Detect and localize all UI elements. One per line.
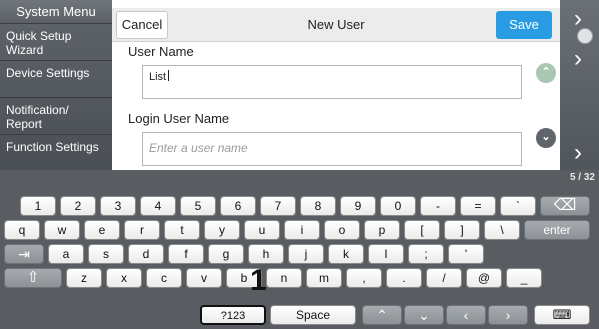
key[interactable]: 0 (380, 196, 416, 216)
key[interactable]: , (346, 268, 382, 288)
shift-icon: ⇧ (26, 269, 40, 286)
key[interactable]: y (204, 220, 240, 240)
arrow-right-key[interactable]: › (488, 305, 528, 325)
key[interactable]: o (324, 220, 360, 240)
key[interactable]: - (420, 196, 456, 216)
key[interactable]: \ (484, 220, 520, 240)
chevron-up-icon: ⌃ (376, 307, 388, 323)
login-user-name-input[interactable]: Enter a user name (142, 132, 522, 166)
key[interactable]: / (426, 268, 462, 288)
key[interactable]: v (186, 268, 222, 288)
dialog-title: New User (307, 17, 365, 32)
key[interactable]: ` (500, 196, 536, 216)
key[interactable]: k (328, 244, 364, 264)
chevron-left-icon: ‹ (463, 307, 469, 323)
key[interactable]: j (288, 244, 324, 264)
arrow-down-key[interactable]: ⌄ (404, 305, 444, 325)
backspace-icon: ⌫ (553, 197, 577, 214)
key[interactable]: = (460, 196, 496, 216)
key[interactable]: i (284, 220, 320, 240)
sidebar-item-quick-setup-wizard[interactable]: Quick Setup Wizard (0, 25, 112, 61)
chevron-right-icon[interactable]: › (563, 44, 593, 76)
arrow-left-key[interactable]: ‹ (446, 305, 486, 325)
login-user-name-placeholder: Enter a user name (149, 141, 248, 155)
chevron-right-icon: › (505, 307, 511, 323)
cancel-button[interactable]: Cancel (116, 11, 168, 39)
right-scroll-strip: › › › (560, 0, 599, 170)
key[interactable]: . (386, 268, 422, 288)
key[interactable]: _ (506, 268, 542, 288)
key[interactable]: 7 (260, 196, 296, 216)
key[interactable]: 5 (180, 196, 216, 216)
key[interactable]: h (248, 244, 284, 264)
login-user-name-label: Login User Name (128, 111, 230, 126)
chevron-right-icon[interactable]: › (563, 138, 593, 170)
text-caret (168, 70, 170, 81)
key[interactable]: l (368, 244, 404, 264)
key[interactable]: 2 (60, 196, 96, 216)
key[interactable]: [ (404, 220, 440, 240)
key[interactable]: 9 (340, 196, 376, 216)
symbols-key[interactable]: ?123 (200, 305, 266, 325)
step-callout-number: 1 (250, 264, 267, 297)
keyboard-icon: ⌨ (552, 307, 572, 322)
key[interactable]: 6 (220, 196, 256, 216)
key[interactable]: a (48, 244, 84, 264)
key[interactable]: 4 (140, 196, 176, 216)
key[interactable]: c (146, 268, 182, 288)
key[interactable]: d (128, 244, 164, 264)
scroll-up-icon[interactable] (577, 28, 593, 44)
save-button[interactable]: Save (496, 11, 552, 39)
key[interactable]: x (106, 268, 142, 288)
key[interactable]: n (266, 268, 302, 288)
dialog-header: Cancel New User Save (112, 8, 560, 42)
sidebar-item-notification-report[interactable]: Notification/ Report (0, 99, 112, 135)
tab-icon: ⇥ (18, 246, 30, 262)
sidebar-item-device-settings[interactable]: Device Settings (0, 62, 112, 98)
chevron-down-icon: ⌄ (418, 307, 430, 323)
key[interactable]: s (88, 244, 124, 264)
key[interactable]: r (124, 220, 160, 240)
key[interactable]: 3 (100, 196, 136, 216)
scroll-up-icon[interactable]: ⌃ (536, 63, 556, 83)
user-name-input[interactable]: List (142, 65, 522, 99)
space-key[interactable]: Space (270, 305, 356, 325)
key[interactable]: ] (444, 220, 480, 240)
scroll-down-icon[interactable]: ⌄ (536, 128, 556, 148)
enter-key[interactable]: enter (524, 220, 590, 240)
key[interactable]: ' (448, 244, 484, 264)
tab-key[interactable]: ⇥ (4, 244, 44, 264)
arrow-up-key[interactable]: ⌃ (362, 305, 402, 325)
key[interactable]: m (306, 268, 342, 288)
user-name-value: List (149, 71, 167, 83)
key[interactable]: w (44, 220, 80, 240)
sidebar-item-function-settings[interactable]: Function Settings (0, 136, 112, 172)
key[interactable]: z (66, 268, 102, 288)
new-user-dialog: Cancel New User Save User Name List ⌃ Lo… (112, 8, 560, 170)
backspace-key[interactable]: ⌫ (540, 196, 590, 216)
key[interactable]: u (244, 220, 280, 240)
key[interactable]: @ (466, 268, 502, 288)
key[interactable]: ; (408, 244, 444, 264)
key[interactable]: p (364, 220, 400, 240)
key[interactable]: e (84, 220, 120, 240)
shift-key[interactable]: ⇧ (4, 268, 62, 288)
user-name-label: User Name (128, 44, 194, 59)
key[interactable]: 8 (300, 196, 336, 216)
system-menu-sidebar: System Menu Quick Setup Wizard Device Se… (0, 0, 112, 170)
key[interactable]: t (164, 220, 200, 240)
on-screen-keyboard: 5 / 32 1 2 3 4 5 6 7 8 9 0 - = ` ⌫ q w e… (0, 170, 599, 329)
key[interactable]: g (208, 244, 244, 264)
system-menu-title[interactable]: System Menu (0, 0, 112, 24)
hide-keyboard-key[interactable]: ⌨ (534, 305, 590, 325)
page-indicator: 5 / 32 (569, 172, 595, 183)
key[interactable]: q (4, 220, 40, 240)
key[interactable]: f (168, 244, 204, 264)
key[interactable]: 1 (20, 196, 56, 216)
